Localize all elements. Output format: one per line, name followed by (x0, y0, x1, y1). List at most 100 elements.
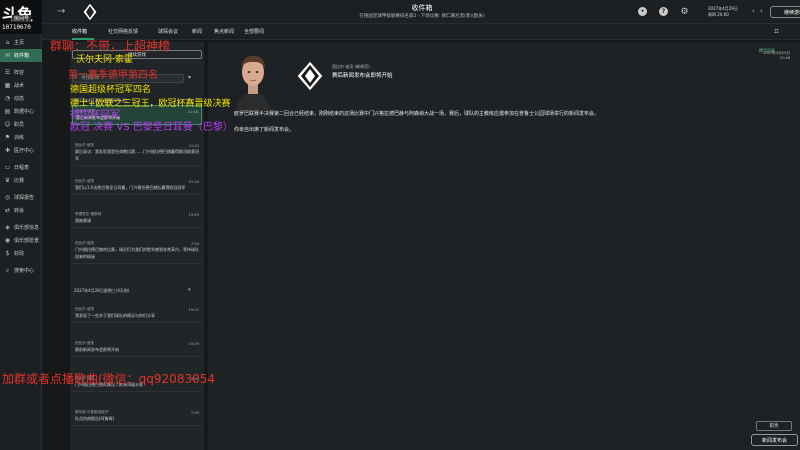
tab-inbox[interactable]: 收件箱 (72, 28, 87, 35)
message-time: 21:48 (187, 110, 198, 114)
dynamics-icon: ◔ (4, 95, 11, 102)
forward-arrow-icon[interactable]: → (57, 6, 65, 17)
sidebar-item-label: 财政 (14, 251, 25, 257)
chevron-right-icon[interactable]: › (760, 7, 763, 15)
message-subject: 队员伤病报告(阿鲁姆) (75, 416, 115, 421)
message-reader: 西比尔·迪茨 (新闻官) 赛后新闻发布会即将开始 撰写回复 2027年4月29日… (208, 42, 800, 450)
sidebar-item[interactable]: ⚑ 训练 (0, 131, 42, 144)
tab-all-news[interactable]: 全部要闻 (244, 28, 264, 35)
inbox-message[interactable]: 俱乐部·贝鲁斯克医疗 7:00 队员伤病报告(阿鲁姆) (72, 407, 202, 426)
inbox-message[interactable]: 西比尔·迪茨 19:01 我发现了一些关于我们球队的情况与你们分享 (72, 304, 202, 323)
staff-icon: ☺ (4, 121, 11, 128)
sidebar-item-label: 战术 (14, 83, 25, 89)
club-badge-icon[interactable] (82, 2, 98, 22)
stream-logo: 斗鱼 房间号 10710670 (0, 0, 42, 34)
message-time: 7:04 (190, 242, 199, 246)
sidebar-item[interactable]: ⌕ 搜索中心 (0, 264, 42, 277)
page-title: 收件箱 (411, 4, 433, 12)
date-header-earlier: 2027年4月28日星期三(4天前) (74, 288, 130, 293)
sidebar-item-label: 动态 (14, 96, 25, 102)
sidebar-item[interactable]: ◔ 动态 (0, 92, 42, 105)
inbox-message[interactable]: 西比尔·迪茨 7:04 门兴格拉德巴赫的比赛，球员们为我们的胜利感到非常高兴，等待球… (72, 238, 202, 264)
message-time: 19:49 (188, 213, 199, 217)
home-icon: ⌂ (5, 39, 10, 46)
overlay-text: 德士+欧联之三冠王，欧冠杯赛晋级决赛 (70, 99, 231, 109)
sidebar-item[interactable]: ✚ 医疗中心 (0, 144, 42, 157)
inbox-message[interactable]: 西比尔·迪茨 15:09 赛前新闻发布会即将开始 (72, 338, 202, 357)
sidebar-item-label: 数据中心 (14, 109, 35, 115)
tactics-icon: ▦ (4, 82, 11, 89)
sidebar-item-label: 俱乐部信息 (14, 225, 40, 231)
sidebar-item[interactable]: ▭ 日程表 (0, 161, 42, 174)
competitions-icon: ♛ (4, 177, 11, 184)
message-body-paragraph: 欧罗巴联赛半决赛第二回合已经结束，刚刚结束的这场比赛中门兴格拉德巴赫与阿森纳大战… (234, 111, 600, 117)
page-subtitle: 在德国足球甲级联赛排名第2 - 下场比赛: 拜仁慕尼黑(客)(欧关) (359, 14, 485, 19)
sidebar-item[interactable]: ⌂ 主页 (0, 36, 42, 49)
search-hub-icon: ⌕ (5, 266, 10, 274)
message-subject: 我发现了一些关于我们球队的情况与你们分享 (75, 313, 155, 318)
overlay-text: 德国杯冠军 (70, 110, 120, 121)
collapse-chevron-icon[interactable]: ▾ (188, 287, 191, 293)
inbox-icon: ✉ (4, 52, 11, 59)
press-conference-button[interactable]: 新闻发布会 (751, 434, 798, 446)
sidebar-item[interactable]: ◈ 俱乐部信息 (0, 221, 42, 234)
sidebar-item-label: 转会 (14, 208, 25, 214)
sidebar-item-label: 阵容 (14, 70, 25, 76)
message-time: 7:00 (190, 411, 199, 415)
message-subject: 我被邀请 (75, 218, 91, 223)
message-time-line: 21:48 (779, 56, 790, 60)
help-icon[interactable]: ? (659, 7, 668, 16)
finances-icon: $ (5, 250, 10, 257)
sidebar-menu: ⌂ 主页 ✉ 收件箱 ☰ 阵容 ▦ 战术 ◔ 动态 ▤ 数据中心 ☺ 职员 ⚑ 训练 ✚ 医疗中心 ▭ 日程表 ♛ 比赛 ◎… (0, 36, 42, 277)
sidebar-item[interactable]: $ 财政 (0, 247, 42, 260)
inbox-message[interactable]: 西比尔·迪茨 21:34 我们以1:0击败巴黎圣日耳曼，门兴格拉德巴赫队赢得欧冠冠军 (72, 176, 202, 195)
message-subject: 门兴格拉德巴赫的比赛，球员们为我们的胜利感到非常高兴，等待球队回来的球迷 (75, 247, 199, 259)
overlay-text: 加群或者点播歌曲(微信：qq92083054 (2, 372, 215, 386)
game-time-line: 周四 20:00 (708, 12, 729, 17)
sidebar-item[interactable]: ▤ 数据中心 (0, 105, 42, 118)
top-bar: → 收件箱 在德国足球甲级联赛排名第2 - 下场比赛: 拜仁慕尼黑(客)(欧关)… (42, 0, 800, 24)
scouting-icon: ◎ (4, 194, 11, 201)
message-title: 赛后新闻发布会即将开始 (332, 73, 393, 79)
sidebar-item[interactable]: ♛ 比赛 (0, 174, 42, 187)
tab-focus-news[interactable]: 焦点新闻 (214, 28, 234, 35)
training-icon: ⚑ (4, 134, 11, 141)
inbox-message[interactable]: 西比尔·迪茨 21:43 赛后采访：我发现我是在调教比赛……门兴格拉德巴赫赢得欧冠联… (72, 140, 202, 166)
tab-scout-meeting[interactable]: 球探会议 (158, 28, 178, 35)
overlay-text: 欧冠 决赛 VS 巴黎圣日耳曼（巴黎） (70, 122, 233, 133)
tab-news[interactable]: 新闻 (192, 28, 202, 35)
overlay-text: 第一赛季德甲第四名 (68, 70, 158, 81)
tab-bar: 收件箱 社交网络反馈 球探会议 新闻 焦点新闻 全部要闻 ⌗ (42, 24, 800, 40)
overlay-text: 群聊：不带，上超神榜 (50, 39, 171, 53)
continue-button[interactable]: 继续游戏 (770, 6, 800, 18)
screenshot-icon[interactable]: ⌗ (774, 27, 779, 37)
sidebar-item-label: 主页 (14, 40, 25, 46)
sidebar-item-label: 医疗中心 (14, 148, 35, 154)
gear-icon[interactable]: ⚙ (680, 7, 689, 17)
chevron-left-icon[interactable]: ‹ (752, 7, 755, 15)
squad-icon: ☰ (4, 69, 11, 76)
sidebar-item[interactable]: ◎ 球探报告 (0, 191, 42, 204)
sidebar-item[interactable]: ▦ 战术 (0, 79, 42, 92)
sidebar-item[interactable]: ☺ 职员 (0, 118, 42, 131)
tab-social-feedback[interactable]: 社交网络反馈 (108, 28, 138, 35)
message-body-paragraph: 你亲自出席了新闻发布会。 (234, 127, 295, 133)
overlay-text: 德国超级杯冠军四名 (70, 85, 152, 95)
sidebar-item-label: 球探报告 (14, 195, 35, 201)
data-hub-icon: ▤ (4, 108, 11, 115)
sidebar-item-label: 搜索中心 (14, 268, 35, 274)
logo-room-label: 房间号 (12, 15, 32, 22)
lightbulb-icon[interactable]: • (638, 7, 647, 16)
sidebar-item[interactable]: ✉ 收件箱 (0, 49, 42, 62)
game-date: 2027年4月29日 周四 20:00 (708, 6, 738, 18)
message-time: 21:34 (188, 180, 199, 184)
sidebar-item-label: 日程表 (14, 165, 30, 171)
room-id: 10710670 (2, 24, 31, 31)
inbox-message[interactable]: 李德意志·佛斯特 19:49 我被邀请 (72, 209, 202, 228)
filter-icon[interactable]: ▾ (188, 74, 191, 81)
sidebar-item[interactable]: ☰ 阵容 (0, 66, 42, 79)
sidebar-item-label: 比赛 (14, 178, 25, 184)
duties-dropdown[interactable]: 职责 (756, 421, 792, 431)
sidebar-item[interactable]: ◉ 俱乐部愿景 (0, 234, 42, 247)
sidebar-item[interactable]: ⇄ 转会 (0, 204, 42, 217)
